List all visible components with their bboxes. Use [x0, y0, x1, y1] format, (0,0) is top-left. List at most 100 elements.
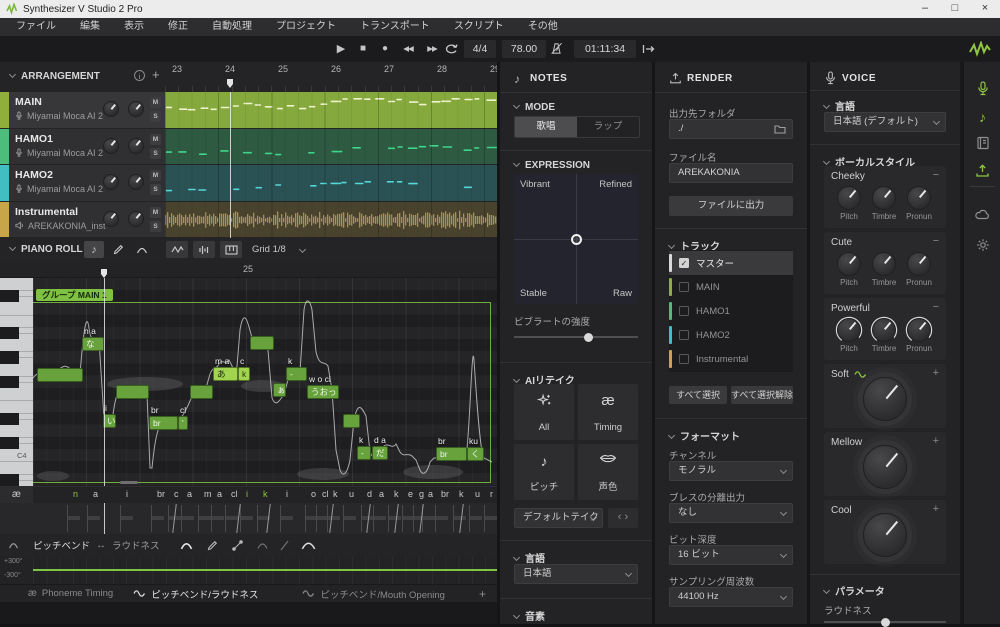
note[interactable]: ' [178, 416, 188, 430]
phoneme[interactable]: cl [322, 489, 329, 499]
phoneme[interactable]: a [428, 489, 433, 499]
collapse-style-button[interactable]: − [933, 169, 939, 181]
pan-knob[interactable] [128, 101, 144, 117]
ai-retake-timbre[interactable]: 声色 [578, 444, 638, 500]
piano-roll-ruler[interactable]: 25 [0, 262, 497, 278]
time-signature[interactable]: 4/4 [464, 40, 496, 58]
expression-handle[interactable] [571, 234, 582, 245]
folder-icon[interactable] [774, 124, 786, 134]
render-track-row[interactable]: Instrumental [669, 347, 793, 371]
pan-knob[interactable] [128, 174, 144, 190]
note[interactable]: だ [372, 446, 388, 460]
phoneme-timing-strip[interactable] [0, 503, 497, 534]
add-track-button[interactable]: + [152, 67, 160, 82]
add-param-tab[interactable]: + [469, 585, 496, 603]
phoneme[interactable]: g [419, 489, 424, 499]
mode-section[interactable]: MODE [514, 102, 555, 113]
black-key[interactable] [0, 437, 19, 449]
deselect-all-button[interactable]: すべて選択解除 [731, 386, 793, 404]
piano-keyboard[interactable]: C4 [0, 278, 33, 486]
ai-retake-all[interactable]: All [514, 384, 574, 440]
arrangement-playhead[interactable] [230, 92, 231, 238]
pan-knob[interactable] [128, 211, 144, 227]
slope-tool-icon[interactable] [280, 540, 289, 551]
music-note-icon[interactable]: ♪ [974, 108, 991, 125]
render-track-checkbox[interactable] [679, 330, 689, 340]
vocal-style-cute[interactable]: Cute−PitchTimbrePronun [824, 232, 946, 294]
render-track-row[interactable]: ✓マスター [669, 251, 793, 275]
param-tab-1[interactable]: ピッチベンド/ラウドネス [123, 585, 268, 603]
format-section[interactable]: フォーマット [669, 428, 740, 443]
arrangement-title[interactable]: ARRANGEMENT [10, 71, 100, 82]
menu-item-1[interactable]: 編集 [68, 18, 112, 36]
fast-forward-button[interactable]: ▶▶ [420, 36, 444, 62]
add-style-button[interactable]: + [933, 367, 939, 379]
cloud-icon[interactable] [974, 206, 991, 223]
note[interactable]: - [357, 446, 371, 460]
pitchbend-label[interactable]: ピッチベンド [33, 538, 90, 552]
maximize-button[interactable]: □ [940, 0, 970, 18]
loudness-label[interactable]: ラウドネス [112, 538, 160, 552]
note[interactable]: ぁ [273, 383, 286, 397]
tempo-value[interactable]: 78.00 [502, 40, 546, 58]
phoneme[interactable]: a [93, 489, 98, 499]
menu-item-0[interactable]: ファイル [4, 18, 68, 36]
volume-knob[interactable] [103, 174, 119, 190]
track-header[interactable]: MAINMiyamai Moca AI 2MS [0, 92, 165, 128]
track-header[interactable]: InstrumentalAREKAKONIA_instMS [0, 202, 165, 238]
expression-section[interactable]: EXPRESSION [514, 160, 590, 171]
style-knob-timbre[interactable]: Timbre [869, 186, 899, 221]
solo-button[interactable]: S [150, 221, 161, 232]
notes-language-section[interactable]: 言語 [514, 550, 545, 565]
volume-knob[interactable] [103, 211, 119, 227]
piano-roll-playhead[interactable] [104, 278, 105, 486]
time-display[interactable]: 01:11:34 [574, 40, 636, 58]
phoneme[interactable]: n [73, 489, 78, 499]
arrangement-ruler[interactable]: 23242526272829 [165, 62, 497, 92]
style-knob-timbre[interactable]: Timbre [869, 252, 899, 287]
parameter-section[interactable]: パラメータ [824, 583, 885, 598]
style-knob-pronun[interactable]: Pronun [904, 318, 934, 353]
note[interactable]: あ [213, 367, 238, 381]
mute-button[interactable]: M [150, 97, 161, 108]
curve-tool-icon[interactable] [132, 241, 152, 258]
phoneme[interactable]: br [441, 489, 449, 499]
phoneme[interactable]: i [246, 489, 248, 499]
phoneme[interactable]: u [349, 489, 354, 499]
style-big-knob[interactable] [863, 445, 907, 489]
phoneme[interactable]: m [204, 489, 212, 499]
note[interactable]: な [82, 337, 104, 351]
vocal-style-mellow[interactable]: Mellow+ [824, 432, 946, 496]
note[interactable]: く [467, 447, 484, 461]
phoneme[interactable]: i [286, 489, 288, 499]
small-arch-tool-icon[interactable] [257, 541, 268, 550]
format-dropdown-1[interactable]: なし [669, 503, 793, 523]
group-label[interactable]: グループ MAIN 1 [36, 289, 113, 301]
voice-language-section[interactable]: 言語 [824, 98, 855, 113]
pan-knob[interactable] [128, 138, 144, 154]
minimize-button[interactable]: – [910, 0, 940, 18]
mute-button[interactable]: M [150, 170, 161, 181]
black-key[interactable] [0, 474, 19, 486]
track-clip[interactable] [165, 129, 497, 165]
phoneme[interactable]: br [157, 489, 165, 499]
add-style-button[interactable]: + [933, 503, 939, 515]
note[interactable]: br [436, 447, 467, 461]
phoneme-section[interactable]: 音素 [514, 608, 545, 623]
draw-arch-tool-icon[interactable] [180, 541, 193, 550]
take-dropdown[interactable]: デフォルトテイク [514, 508, 603, 528]
style-big-knob[interactable] [863, 377, 907, 421]
vibrato-slider[interactable] [514, 336, 638, 338]
note[interactable]: k [238, 367, 250, 381]
style-knob-timbre[interactable]: Timbre [869, 318, 899, 353]
style-big-knob[interactable] [863, 513, 907, 557]
menu-item-7[interactable]: スクリプト [442, 18, 516, 36]
pencil-param-icon[interactable] [207, 540, 218, 551]
phoneme[interactable]: cl [231, 489, 238, 499]
black-key[interactable] [0, 327, 19, 339]
menu-item-6[interactable]: トランスポート [348, 18, 442, 36]
phoneme[interactable]: k [459, 489, 464, 499]
goto-end-icon[interactable] [642, 36, 660, 62]
export-icon[interactable] [974, 162, 991, 179]
piano-view-icon[interactable] [220, 241, 242, 258]
